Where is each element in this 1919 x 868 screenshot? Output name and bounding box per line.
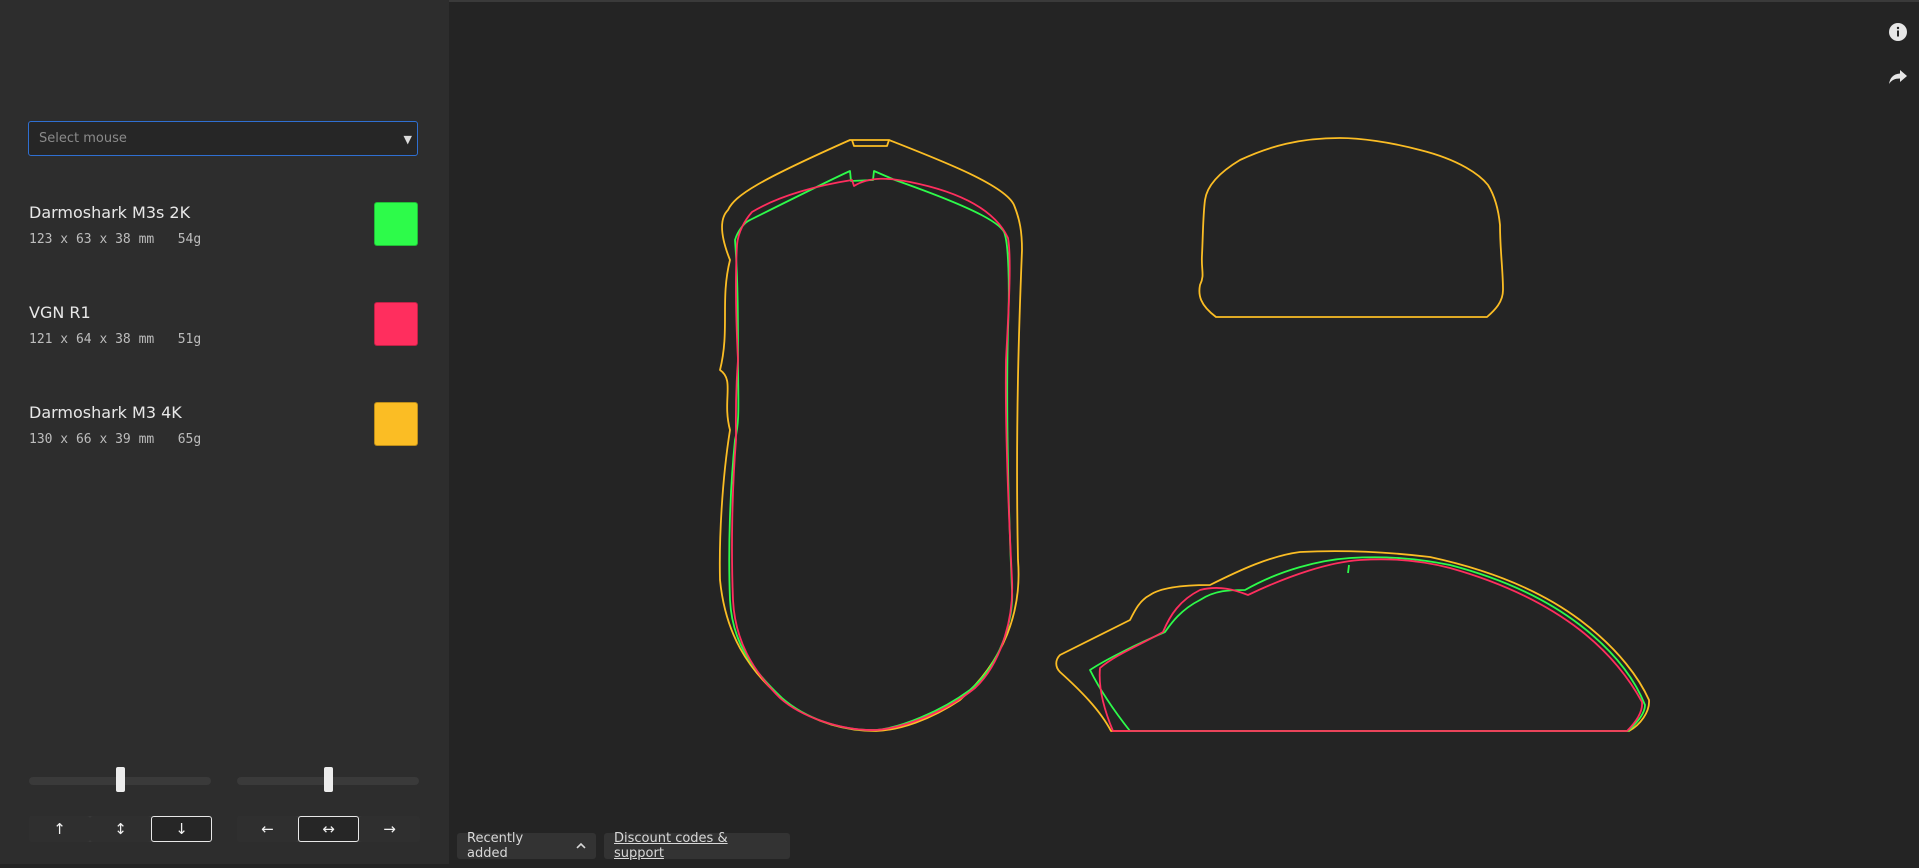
arrow-left-icon: ← xyxy=(261,820,274,838)
mouse-specs: 123 x 63 x 38 mm 54g xyxy=(29,232,202,247)
mouse-specs: 130 x 66 x 39 mm 65g xyxy=(29,432,202,447)
align-right-button[interactable]: → xyxy=(359,816,420,842)
color-swatch[interactable] xyxy=(374,202,418,246)
mouse-outlines xyxy=(718,137,1650,732)
arrows-horizontal-icon: ↔ xyxy=(322,820,335,838)
shape-canvas: Recently added Discount codes & support xyxy=(449,0,1919,864)
share-icon[interactable] xyxy=(1887,66,1909,88)
dropdown-arrow-icon: ▼ xyxy=(403,133,412,146)
outline-top-view-darmoshark-m3-4k xyxy=(718,139,1023,732)
vertical-offset-slider[interactable] xyxy=(29,767,211,792)
align-top-button[interactable]: ↑ xyxy=(29,816,90,842)
slider-thumb[interactable] xyxy=(323,767,333,792)
sidebar: Select mouse ▼ Darmoshark M3s 2K 123 x 6… xyxy=(0,0,449,864)
outline-side-view-darmoshark-m3s-2k xyxy=(1089,556,1646,732)
align-middle-vertical-button[interactable]: ↕ xyxy=(90,816,151,842)
recently-added-toggle[interactable]: Recently added xyxy=(457,831,596,861)
color-swatch[interactable] xyxy=(374,302,418,346)
align-bottom-button[interactable]: ↓ xyxy=(151,816,212,842)
slider-thumb[interactable] xyxy=(115,767,125,792)
mouse-item-darmoshark-m3s-2k[interactable]: Darmoshark M3s 2K 123 x 63 x 38 mm 54g xyxy=(29,202,421,253)
discount-codes-label: Discount codes & support xyxy=(614,831,728,861)
mouse-item-darmoshark-m3-4k[interactable]: Darmoshark M3 4K 130 x 66 x 39 mm 65g xyxy=(29,402,421,453)
outline-front-view-darmoshark-m3-4k xyxy=(1198,137,1504,318)
discount-codes-link[interactable]: Discount codes & support xyxy=(604,831,790,861)
outline-side-view-vgn-r1 xyxy=(1098,558,1643,732)
horizontal-offset-slider[interactable] xyxy=(237,767,419,792)
outline-top-view-darmoshark-m3s-2k xyxy=(728,170,1014,731)
arrow-up-icon: ↑ xyxy=(53,820,66,838)
mouse-item-vgn-r1[interactable]: VGN R1 121 x 64 x 38 mm 51g xyxy=(29,302,421,353)
mouse-name: Darmoshark M3s 2K xyxy=(29,203,191,222)
align-center-horizontal-button[interactable]: ↔ xyxy=(298,816,359,842)
outline-side-view-notch xyxy=(1347,564,1350,574)
mouse-select[interactable]: Select mouse ▼ xyxy=(28,121,418,156)
recently-added-label: Recently added xyxy=(467,831,524,861)
mouse-name: Darmoshark M3 4K xyxy=(29,403,182,422)
align-left-button[interactable]: ← xyxy=(237,816,298,842)
info-icon[interactable] xyxy=(1887,21,1909,43)
arrow-right-icon: → xyxy=(383,820,396,838)
chevron-up-icon xyxy=(576,842,586,849)
arrows-vertical-icon: ↕ xyxy=(114,820,127,838)
arrow-down-icon: ↓ xyxy=(175,820,188,838)
color-swatch[interactable] xyxy=(374,402,418,446)
mouse-specs: 121 x 64 x 38 mm 51g xyxy=(29,332,202,347)
outline-top-view-vgn-r1 xyxy=(731,177,1014,731)
select-placeholder: Select mouse xyxy=(39,131,127,146)
mouse-name: VGN R1 xyxy=(29,303,91,322)
